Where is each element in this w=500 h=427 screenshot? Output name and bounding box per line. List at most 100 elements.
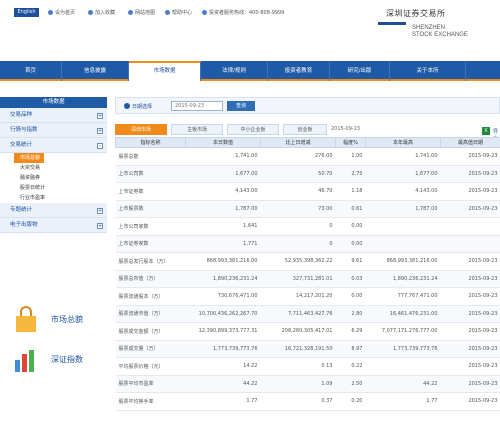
table-cell: 1,677.00 (185, 165, 261, 183)
date-label: 日期选择 (132, 104, 153, 110)
excel-icon[interactable]: X (482, 127, 490, 135)
collapse-icon[interactable]: - (97, 143, 103, 149)
sidebar-sub-pe-ratio[interactable]: 行业市盈率 (0, 193, 107, 203)
table-cell: 0.20 (335, 392, 366, 411)
table-cell: 2015-09-23 (440, 200, 500, 218)
table-row: 股票总市值（万） 1,890,236,231.24 327,731,281.01 0.… (115, 270, 500, 288)
table-cell: 1,771 (185, 235, 261, 253)
table-cell: 2015-09-23 (440, 357, 500, 376)
szse-logo[interactable]: 深圳证券交易所 SHENZHEN STOCK EXCHANGE (378, 8, 488, 53)
table-cell: 0.00 (335, 235, 366, 253)
table-cell: 1.18 (335, 182, 366, 201)
table-cell: 股票平均市盈率 (115, 375, 186, 393)
table-cell (365, 217, 441, 236)
promo-market-overview[interactable]: 市场总貌 (6, 302, 102, 342)
table-cell: 2.50 (335, 375, 366, 393)
table-cell: 0.13 (260, 357, 336, 376)
table-cell: 14,217,201.20 (260, 287, 336, 306)
toplink-favorite[interactable]: 加入收藏 (88, 9, 115, 17)
phone-icon (202, 10, 207, 15)
table-cell: 730,676,471.00 (185, 287, 261, 306)
table-cell: 2015-09-23 (440, 322, 500, 341)
nav-research[interactable]: 研究/出版 (330, 61, 390, 81)
table-cell: 股票流通股本（万） (115, 287, 186, 306)
table-cell: 2.80 (335, 305, 366, 323)
sidebar-sub-margin[interactable]: 融资融券 (0, 173, 107, 183)
table-row: 股票平均市盈率 44.22 1.09 2.50 44.22 2015-09-23 (115, 375, 500, 393)
table-cell: 2015-09-23 (440, 287, 500, 306)
bar-chart-icon (15, 350, 34, 372)
table-cell: 2015-09-23 (440, 305, 500, 323)
date-input[interactable] (171, 101, 223, 111)
market-tabs: 深圳市场 主板市场 中小企业板 创业板 2015-09-23 (115, 124, 500, 135)
table-cell: 股票平均换手率 (115, 392, 186, 411)
table-cell: 44.22 (185, 375, 261, 393)
nav-about[interactable]: 关于本所 (390, 61, 466, 81)
table-cell: 1,773,739,773.76 (365, 340, 441, 358)
nav-rules[interactable]: 法律/规则 (201, 61, 268, 81)
expand-icon[interactable]: + (97, 223, 103, 229)
table-cell: 1,741.00 (365, 147, 441, 166)
table-cell: 868,993,381,216.00 (365, 252, 441, 271)
table-cell (440, 217, 500, 236)
table-cell: 1,787.00 (365, 200, 441, 218)
logo-mark (378, 22, 406, 25)
table-cell: 0.00 (335, 217, 366, 236)
sidebar-item-e-publications[interactable]: 电子出版物 + (0, 218, 107, 233)
table-cell: 0 (260, 217, 336, 236)
toplink-homepage[interactable]: 设为首页 (48, 9, 75, 17)
logo-en-line1: SHENZHEN (412, 25, 446, 31)
table-row: 上市股票数 1,787.00 73.00 0.61 1,787.00 2015-09-23 (115, 200, 500, 218)
toplink-label: 投资者服务热线：400-808-9999 (209, 10, 285, 16)
table-cell: 股票流通市值（万） (115, 305, 186, 323)
sidebar-item-quotes[interactable]: 行情与指数 + (0, 123, 107, 138)
table-row: 股票流通股本（万） 730,676,471.00 14,217,201.20 0.00… (115, 287, 500, 306)
table-cell: 1,773,739,773.76 (185, 340, 261, 358)
sidebar-sub-block-trade[interactable]: 大宗交易 (0, 163, 107, 173)
expand-icon[interactable]: + (97, 208, 103, 214)
table-cell (365, 357, 441, 376)
promo-label: 市场总貌 (51, 315, 83, 324)
radio-icon[interactable] (124, 103, 130, 109)
nav-market-data[interactable]: 市场数据 (129, 61, 201, 81)
table-cell: 1.77 (185, 392, 261, 411)
tab-shenzhen[interactable]: 深圳市场 (115, 124, 167, 135)
toplink-hotline: 投资者服务热线：400-808-9999 (202, 9, 284, 17)
nav-investor-education[interactable]: 投资者教育 (268, 61, 330, 81)
tab-main-board[interactable]: 主板市场 (171, 124, 223, 135)
nav-home[interactable]: 首页 (0, 61, 62, 81)
table-header-cell: 本日数值 (185, 137, 261, 148)
logo-cn-text: 深圳证券交易所 (386, 9, 446, 18)
sidebar-item-trading-products[interactable]: 交易品种 + (0, 108, 107, 123)
english-button[interactable]: English (14, 8, 39, 17)
table-cell: 327,731,281.01 (260, 270, 336, 288)
nav-disclosure[interactable]: 信息披露 (62, 61, 129, 81)
table-header-cell: 最高值日期 (440, 137, 500, 148)
table-row: 股票成交量（万） 1,773,739,773.76 16,721,328,191.5… (115, 340, 500, 358)
toplink-sitemap[interactable]: 网站地图 (128, 9, 155, 17)
table-cell: 上市公司数 (115, 165, 186, 183)
table-cell: 7,077,171,276,777.00 (365, 322, 441, 341)
promo-szse-index[interactable]: 深证指数 (6, 342, 102, 382)
promo-label: 深证指数 (51, 355, 83, 364)
sitemap-icon (128, 10, 133, 15)
table-header-cell: 本年最高 (365, 137, 441, 148)
sidebar-sub-daily-stats[interactable]: 股票日统计 (0, 183, 107, 193)
sidebar: 市场数据 交易品种 + 行情与指数 + 交易统计 - 市场总貌 大宗交易 融资融券 股… (0, 97, 107, 427)
table-cell: 16,721,328,191.50 (260, 340, 336, 358)
expand-icon[interactable]: + (97, 128, 103, 134)
table-cell: 44.22 (365, 375, 441, 393)
toplink-help[interactable]: 帮助中心 (165, 9, 192, 17)
table-cell: 52,935,398,362.22 (260, 252, 336, 271)
table-cell: 上市股票数 (115, 200, 186, 218)
query-button[interactable]: 查询 (227, 101, 255, 111)
sidebar-sub-market-overview[interactable]: 市场总貌 (14, 153, 44, 163)
tab-chinext[interactable]: 创业板 (283, 124, 327, 135)
tab-sme-board[interactable]: 中小企业板 (227, 124, 279, 135)
table-cell: 16,461,476,231.00 (365, 305, 441, 323)
expand-icon[interactable]: + (97, 113, 103, 119)
table-cell: 12,390,899,373,777.31 (185, 322, 261, 341)
table-cell: 2015-09-23 (440, 392, 500, 411)
sidebar-item-trading-stats[interactable]: 交易统计 - (0, 138, 107, 153)
sidebar-item-special-stats[interactable]: 专题统计 + (0, 203, 107, 218)
